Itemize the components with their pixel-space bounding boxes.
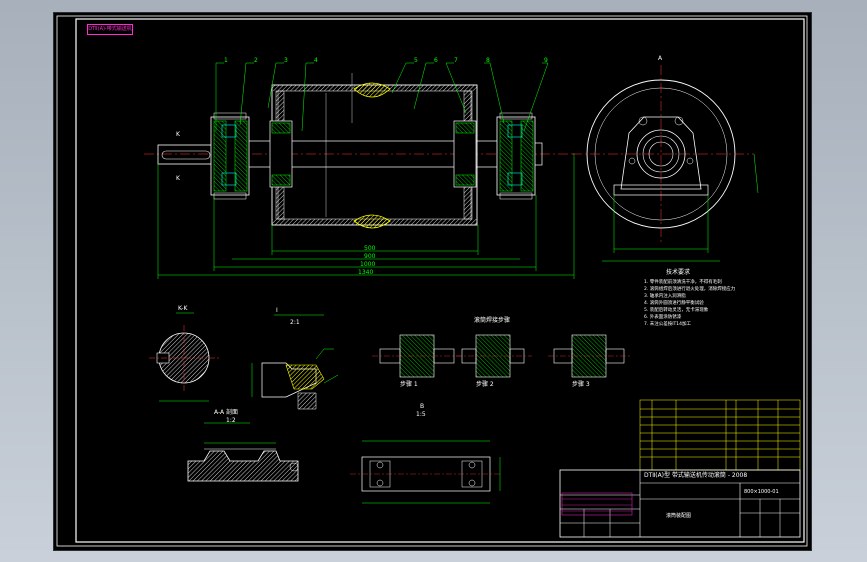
tech-note-line: 3. 轴承内注入润滑脂 (644, 294, 686, 299)
title-block-project: DTⅡ(A)型 带式输送机传动滚筒 - 2008 (644, 472, 748, 479)
side-view (572, 65, 759, 262)
detail-i (251, 314, 339, 410)
welding-steps (372, 334, 632, 378)
callout-2: 2 (254, 57, 258, 64)
step-2-label: 步骤 2 (476, 381, 494, 388)
bottom-mid-scale: 1:5 (416, 411, 426, 418)
dim-500: 500 (364, 245, 376, 252)
tech-note-line: 4. 滚筒外圆须进行静平衡试验 (644, 301, 704, 306)
tech-note-line: 1. 零件装配前须清洗干净，不得有毛刺 (644, 280, 722, 285)
callout-6: 6 (434, 57, 438, 64)
bottom-mid-title: B (420, 403, 425, 410)
steps-title: 滚筒焊接步骤 (474, 317, 511, 324)
detail-bottom-left (187, 422, 299, 482)
tech-note-line: 6. 外表面涂防锈漆 (644, 315, 682, 320)
callout-9: 9 (544, 57, 548, 64)
title-block-part-name: 滚筒装配图 (666, 513, 692, 519)
dim-900: 900 (364, 253, 376, 260)
detail-bottom-mid (350, 440, 501, 504)
tech-note-line: 2. 滚筒组焊后须进行退火处理，消除焊接应力 (644, 287, 736, 292)
step-3-label: 步骤 3 (572, 381, 590, 388)
section-mark-k-bottom: K (176, 175, 180, 182)
dim-1000: 1000 (360, 261, 376, 268)
callout-5: 5 (414, 57, 418, 64)
tech-notes-title: 技术要求 (666, 269, 691, 276)
tech-note-line: 7. 未注公差按IT14加工 (644, 322, 692, 327)
callout-3: 3 (284, 57, 288, 64)
callout-1: 1 (224, 57, 228, 64)
callout-7: 7 (454, 57, 458, 64)
title-block (559, 469, 801, 538)
tech-note-line: 5. 装配后转动灵活，无卡滞现象 (644, 308, 709, 313)
callout-4: 4 (314, 57, 318, 64)
drawing-canvas[interactable]: DTⅡ(A)-带式输送机 1 2 3 4 5 6 7 8 9 K K 500 9… (54, 13, 811, 550)
bottom-left-title: A-A 剖面 (214, 409, 239, 416)
section-mark-k-top: K (176, 131, 180, 138)
k-section-title: K-K (178, 305, 188, 312)
tech-notes-list: 1. 零件装配前须清洗干净，不得有毛刺 2. 滚筒组焊后须进行退火处理，消除焊接… (644, 279, 804, 328)
side-view-mark: A (658, 55, 663, 62)
parts-list (639, 399, 801, 471)
dim-1340: 1340 (358, 269, 374, 276)
callout-8: 8 (486, 57, 490, 64)
detail-k-section (149, 312, 219, 402)
title-block-drawing-no: 800×1000-01 (744, 489, 779, 495)
bottom-left-scale: 1:2 (226, 417, 236, 424)
step-1-label: 步骤 1 (400, 381, 418, 388)
detail-i-title: I (276, 307, 278, 314)
detail-i-scale: 2:1 (290, 319, 300, 326)
main-view-pulley (144, 62, 575, 279)
